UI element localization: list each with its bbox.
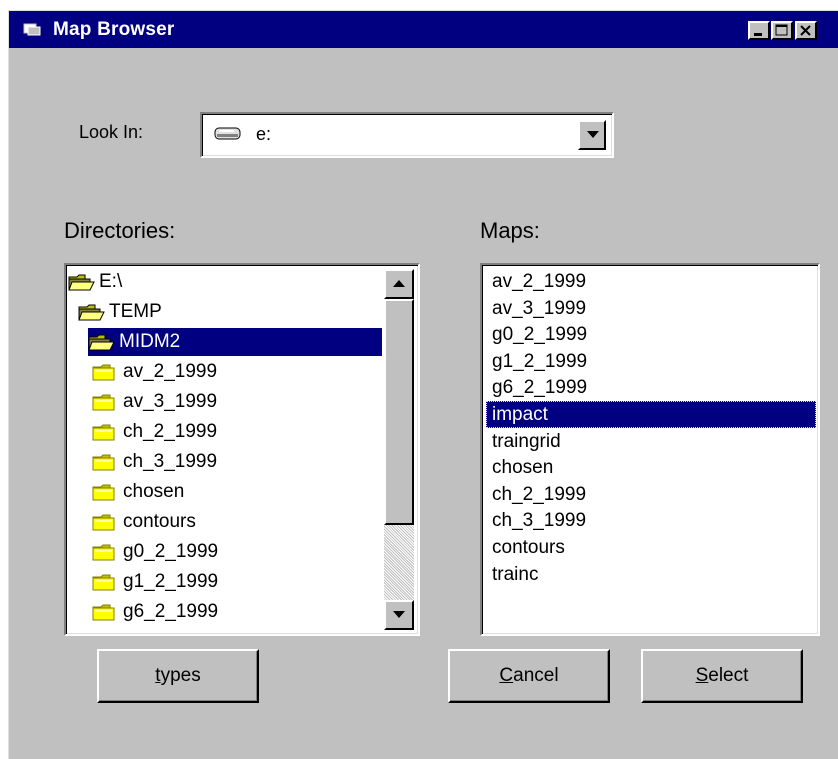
directory-item-label: ch_3_1999 — [123, 451, 218, 472]
open-folder-icon — [88, 334, 115, 351]
map-item[interactable]: g1_2_1999 — [486, 348, 816, 375]
map-item[interactable]: g6_2_1999 — [486, 374, 816, 401]
directories-scrollbar[interactable] — [384, 269, 414, 630]
directory-item-label: av_3_1999 — [123, 391, 218, 412]
folder-icon — [92, 604, 115, 621]
folder-icon — [92, 394, 115, 411]
window-title: Map Browser — [53, 19, 175, 40]
map-browser-window: Map Browser Look In: e: Directories: Map… — [8, 10, 838, 759]
folder-icon — [92, 514, 115, 531]
open-folder-icon — [68, 274, 95, 291]
map-item[interactable]: ch_3_1999 — [486, 507, 816, 534]
select-button-mnemonic: S — [695, 665, 709, 686]
directory-item-label: g6_2_1999 — [123, 601, 219, 622]
directory-item-label: av_2_1999 — [123, 361, 218, 382]
maps-list[interactable]: av_2_1999 av_3_1999 g0_2_1999 g1_2_1999 g6_2… — [480, 263, 820, 636]
look-in-dropdown-button[interactable] — [578, 120, 606, 150]
look-in-dropdown[interactable]: e: — [200, 112, 614, 158]
directory-item-label: g0_2_1999 — [123, 541, 219, 562]
map-item[interactable]: chosen — [486, 454, 816, 481]
map-item[interactable]: g0_2_1999 — [486, 321, 816, 348]
directory-item-label: TEMP — [109, 301, 162, 322]
map-item[interactable]: ch_2_1999 — [486, 481, 816, 508]
map-item[interactable]: contours — [486, 534, 816, 561]
minimize-button[interactable] — [748, 21, 770, 40]
select-button-rest: elect — [708, 665, 749, 686]
drive-icon — [214, 127, 241, 140]
directory-item-label: ch_2_1999 — [123, 421, 218, 442]
cancel-button-mnemonic: C — [499, 665, 514, 686]
map-item[interactable]: av_2_1999 — [486, 268, 816, 295]
directory-item-label: g1_2_1999 — [123, 571, 219, 592]
look-in-label: Look In: — [79, 122, 144, 142]
title-bar[interactable]: Map Browser — [9, 11, 838, 48]
scroll-up-button[interactable] — [384, 269, 414, 299]
map-item[interactable]: trainc — [486, 561, 816, 588]
cancel-button-rest: ancel — [513, 665, 559, 686]
folder-icon — [92, 424, 115, 441]
map-item[interactable]: av_3_1999 — [486, 295, 816, 322]
directory-item-label: MIDM2 — [119, 331, 181, 352]
folder-icon — [92, 574, 115, 591]
folder-icon — [92, 454, 115, 471]
folder-icon — [92, 484, 115, 501]
maximize-button[interactable] — [771, 21, 793, 40]
select-button[interactable]: Select — [641, 649, 803, 703]
directories-label: Directories: — [64, 218, 176, 243]
map-item[interactable]: traingrid — [486, 428, 816, 455]
directory-item-label: chosen — [123, 481, 185, 502]
arrow-up-icon — [393, 280, 405, 287]
cancel-button[interactable]: Cancel — [448, 649, 610, 703]
maps-label: Maps: — [480, 218, 540, 243]
folder-icon — [92, 364, 115, 381]
directory-item-label: E:\ — [99, 271, 123, 292]
scroll-thumb[interactable] — [384, 299, 414, 525]
look-in-field[interactable]: e: — [208, 120, 582, 148]
close-icon — [800, 25, 811, 36]
chevron-down-icon — [587, 131, 599, 138]
app-icon — [23, 23, 41, 36]
map-item[interactable]: impact — [486, 401, 816, 428]
types-button-rest: ypes — [160, 665, 201, 686]
scroll-down-button[interactable] — [384, 600, 414, 630]
look-in-value: e: — [256, 124, 272, 144]
minimize-icon — [754, 33, 762, 36]
maximize-icon — [775, 24, 788, 36]
types-button[interactable]: types — [97, 649, 259, 703]
directory-item-label: contours — [123, 511, 196, 532]
folder-icon — [92, 544, 115, 561]
close-button[interactable] — [795, 21, 817, 40]
directories-list[interactable]: E:\ TEMP MIDM2 av_2_1999 av_3_1999 ch_2_1999c… — [64, 263, 420, 636]
directory-item[interactable]: MIDM2 — [88, 328, 382, 356]
arrow-down-icon — [393, 611, 405, 618]
open-folder-icon — [78, 304, 105, 321]
